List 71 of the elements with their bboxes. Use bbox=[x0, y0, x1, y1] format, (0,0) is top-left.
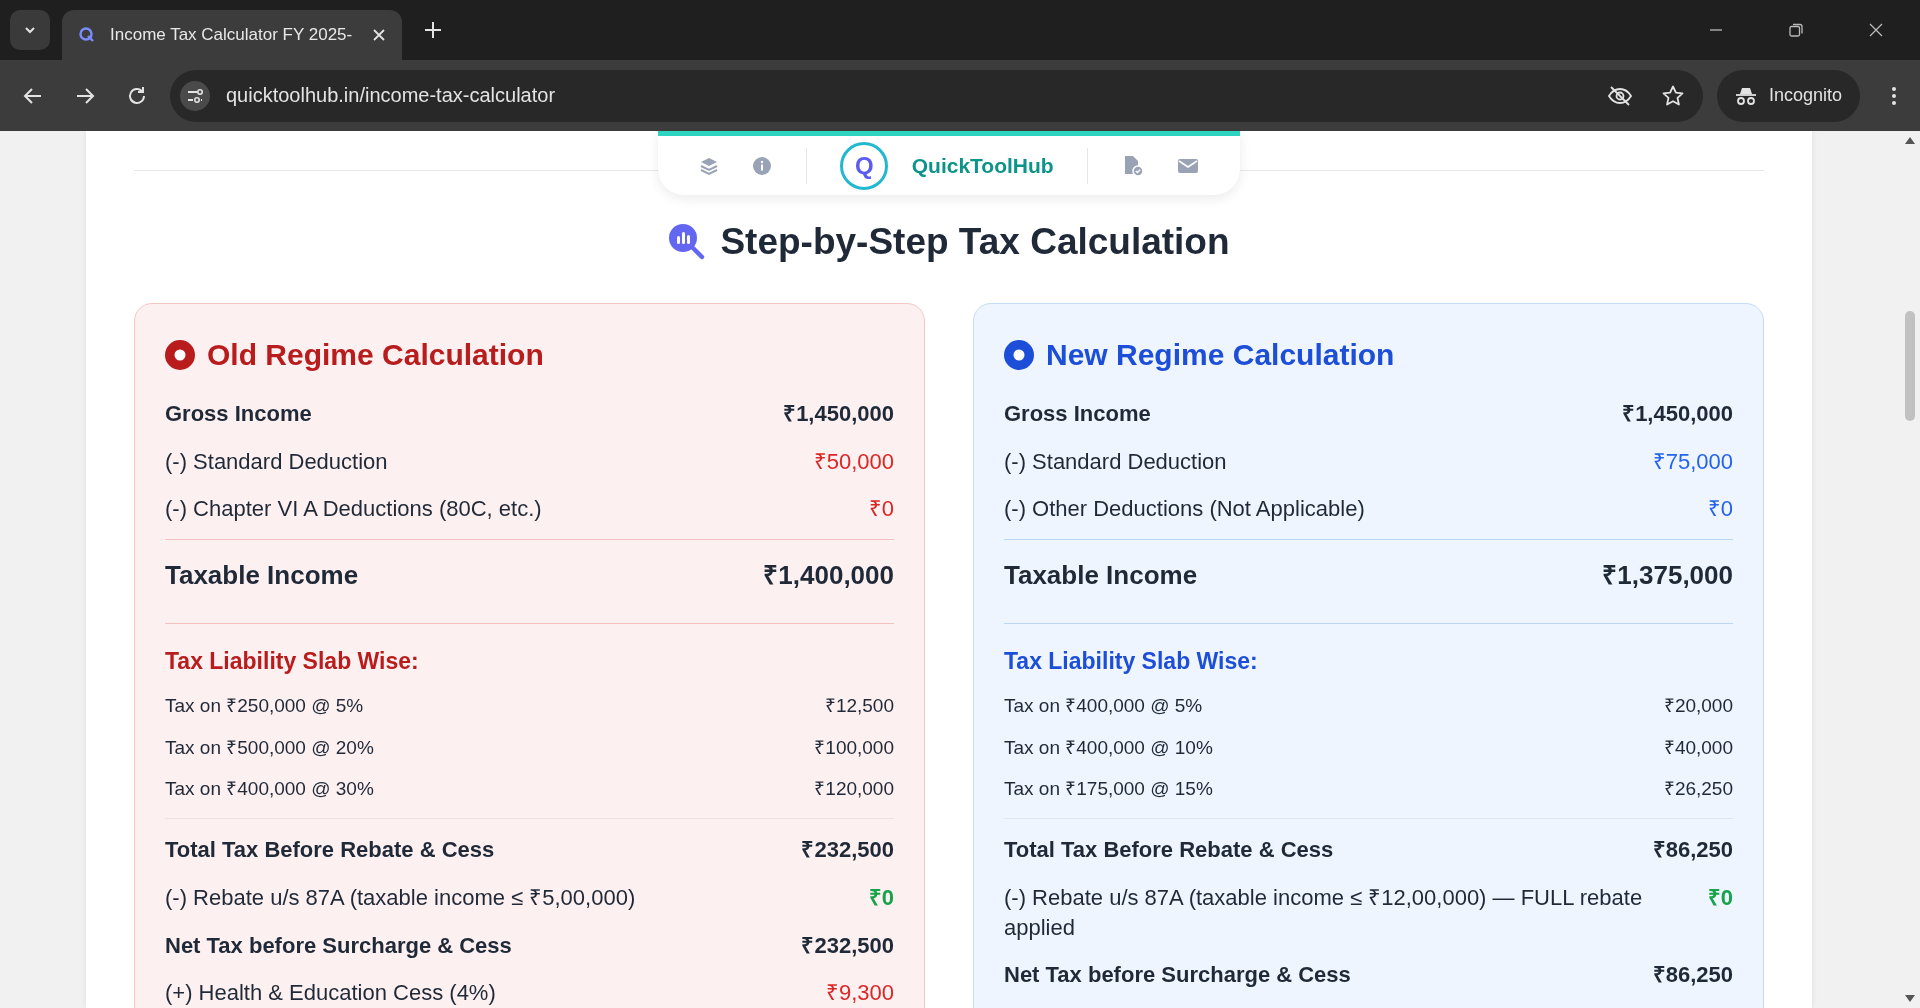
row-value: ₹9,300 bbox=[825, 979, 894, 1008]
row-label: Net Tax before Surcharge & Cess bbox=[165, 931, 512, 960]
row-label: (-) Other Deductions (Not Applicable) bbox=[1004, 495, 1365, 524]
scrollbar-thumb[interactable] bbox=[1905, 311, 1915, 421]
url-text: quicktoolhub.in/income-tax-calculator bbox=[226, 84, 556, 107]
site-settings-icon[interactable] bbox=[180, 80, 210, 111]
row-label: Taxable Income bbox=[1004, 559, 1198, 593]
row-value: ₹20,000 bbox=[1663, 694, 1733, 719]
radio-dot-icon bbox=[1004, 340, 1034, 370]
row-value: ₹26,250 bbox=[1663, 777, 1733, 802]
row-value: ₹40,000 bbox=[1663, 735, 1733, 760]
chart-search-icon bbox=[668, 223, 707, 261]
scroll-down-icon[interactable] bbox=[1905, 994, 1915, 1002]
row-label: (-) Chapter VI A Deductions (80C, etc.) bbox=[165, 495, 542, 524]
row-value: ₹1,450,000 bbox=[1622, 400, 1733, 428]
new-tab-icon[interactable] bbox=[424, 21, 442, 39]
row-label: Gross Income bbox=[1004, 400, 1151, 428]
row-label: Tax on ₹400,000 @ 30% bbox=[165, 777, 374, 802]
row-label: Tax on ₹250,000 @ 5% bbox=[165, 694, 364, 719]
brand-logo[interactable]: Q bbox=[840, 141, 889, 190]
row-value: ₹1,400,000 bbox=[763, 559, 894, 593]
more-menu-icon[interactable] bbox=[1890, 84, 1898, 107]
row-label: Gross Income bbox=[165, 400, 312, 428]
row-value: ₹0 bbox=[1707, 495, 1733, 524]
row-label: (+) Health & Education Cess (4%) bbox=[165, 979, 496, 1008]
row-label: (-) Standard Deduction bbox=[165, 447, 388, 476]
row-label: Net Tax before Surcharge & Cess bbox=[1004, 961, 1351, 990]
row-value: ₹232,500 bbox=[801, 836, 894, 865]
row-label: Total Tax Before Rebate & Cess bbox=[1004, 836, 1334, 865]
incognito-button[interactable]: Incognito bbox=[1716, 69, 1860, 122]
section-title: Step-by-Step Tax Calculation bbox=[720, 221, 1230, 263]
row-value: ₹12,500 bbox=[824, 694, 894, 719]
row-value: ₹100,000 bbox=[814, 735, 894, 760]
row-value: ₹1,450,000 bbox=[783, 400, 894, 428]
row-label: (-) Rebate u/s 87A (taxable income ≤ ₹5,00,000) bbox=[165, 883, 636, 912]
row-value: ₹120,000 bbox=[814, 777, 894, 802]
row-value: ₹232,500 bbox=[801, 931, 894, 960]
address-bar[interactable]: quicktoolhub.in/income-tax-calculator bbox=[170, 69, 1703, 122]
row-label: (-) Standard Deduction bbox=[1004, 447, 1227, 476]
brand-name[interactable]: QuickToolHub bbox=[911, 153, 1054, 178]
row-value: ₹86,250 bbox=[1652, 961, 1733, 990]
browser-tab[interactable]: Income Tax Calculator FY 2025- bbox=[62, 10, 402, 60]
scroll-up-icon[interactable] bbox=[1905, 137, 1915, 145]
close-icon[interactable] bbox=[372, 28, 386, 42]
row-label: Tax on ₹500,000 @ 20% bbox=[165, 735, 374, 760]
favicon-icon bbox=[78, 26, 96, 44]
row-label: (-) Rebate u/s 87A (taxable income ≤ ₹12,00,000) — FULL rebate applied bbox=[1004, 883, 1644, 942]
card-title: New Regime Calculation bbox=[1046, 338, 1395, 372]
section-heading: Tax Liability Slab Wise: bbox=[165, 647, 419, 677]
card-title: Old Regime Calculation bbox=[207, 338, 544, 372]
tab-title: Income Tax Calculator FY 2025- bbox=[110, 25, 354, 45]
row-value: ₹0 bbox=[868, 495, 894, 524]
row-value: ₹86,250 bbox=[1652, 836, 1733, 865]
row-label: Total Tax Before Rebate & Cess bbox=[165, 836, 495, 865]
section-heading: Tax Liability Slab Wise: bbox=[1004, 647, 1258, 677]
row-label: Tax on ₹400,000 @ 10% bbox=[1004, 735, 1213, 760]
row-value: ₹0 bbox=[868, 883, 894, 912]
close-icon[interactable] bbox=[1868, 22, 1884, 38]
row-value: ₹1,375,000 bbox=[1602, 559, 1733, 593]
row-value: ₹0 bbox=[1707, 883, 1733, 912]
reload-icon[interactable] bbox=[126, 84, 148, 107]
row-label: Taxable Income bbox=[165, 559, 359, 593]
row-label: Tax on ₹400,000 @ 5% bbox=[1004, 694, 1203, 719]
row-value: ₹50,000 bbox=[813, 447, 894, 476]
restore-icon[interactable] bbox=[1788, 22, 1804, 38]
row-label: Tax on ₹175,000 @ 15% bbox=[1004, 777, 1213, 802]
radio-dot-icon bbox=[165, 340, 195, 370]
star-icon[interactable] bbox=[1660, 83, 1685, 108]
incognito-icon bbox=[1734, 85, 1757, 106]
row-value: ₹75,000 bbox=[1652, 447, 1733, 476]
eye-slash-icon[interactable] bbox=[1606, 84, 1633, 107]
